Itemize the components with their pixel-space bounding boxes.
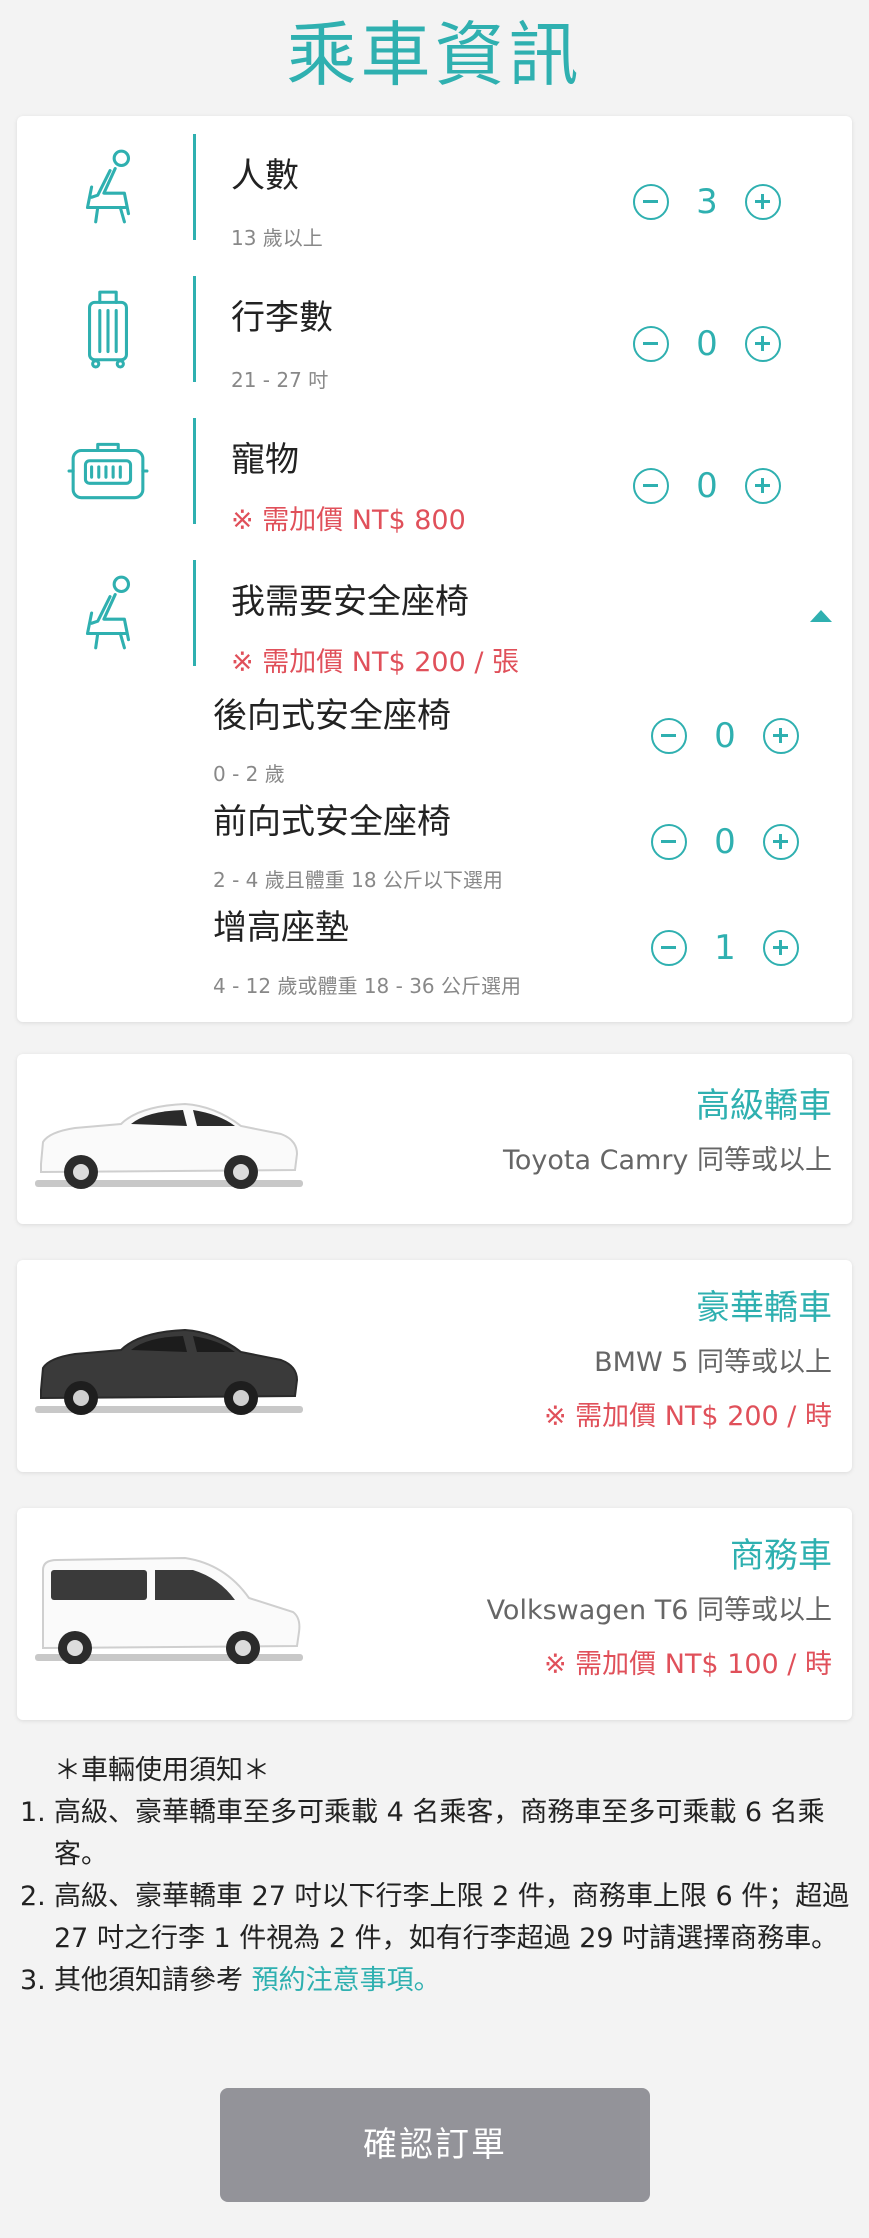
rear-facing-seat-row: 後向式安全座椅 0 - 2 歲 0 [17, 688, 852, 788]
seat-passenger-icon [85, 149, 131, 224]
notice-item: 2. 高級、豪華轎車 27 吋以下行李上限 2 件，商務車上限 6 件；超過 2… [20, 1876, 850, 1960]
child-seat-row[interactable]: 我需要安全座椅 ※ 需加價 NT$ 200 / 張 [17, 560, 852, 678]
sedan-black-image [35, 1328, 303, 1415]
forward-facing-seat-stepper[interactable]: 0 [651, 820, 811, 864]
pet-surcharge: ※ 需加價 NT$ 800 [231, 505, 466, 536]
booster-seat-stepper[interactable]: 1 [651, 926, 811, 970]
passenger-row: 人數 13 歲以上 3 [17, 134, 852, 250]
vehicle-model: Toyota Camry 同等或以上 [503, 1145, 832, 1176]
forward-facing-decrement-button[interactable] [651, 824, 687, 860]
vehicle-surcharge: ※ 需加價 NT$ 100 / 時 [543, 1649, 832, 1680]
booster-seat-title: 增高座墊 [213, 908, 349, 948]
booster-count: 1 [714, 928, 736, 968]
forward-facing-increment-button[interactable] [763, 824, 799, 860]
passenger-title: 人數 [231, 156, 299, 196]
rear-facing-seat-title: 後向式安全座椅 [213, 696, 451, 736]
pet-count: 0 [696, 466, 718, 506]
vehicle-usage-notice: ＊車輛使用須知＊ 1. 高級、豪華轎車至多可乘載 4 名乘客，商務車至多可乘載 … [20, 1750, 850, 2002]
luggage-size-note: 21 - 27 吋 [231, 368, 329, 392]
notice-item: 1. 高級、豪華轎車至多可乘載 4 名乘客，商務車至多可乘載 6 名乘客。 [20, 1792, 850, 1876]
child-seat-icon [85, 575, 131, 650]
pet-decrement-button[interactable] [633, 468, 669, 504]
passenger-age-note: 13 歲以上 [231, 226, 323, 250]
rear-facing-seat-stepper[interactable]: 0 [651, 714, 811, 758]
booking-notes-link[interactable]: 預約注意事項。 [252, 1965, 441, 1996]
notice-text: 其他須知請參考 [54, 1965, 252, 1996]
passenger-decrement-button[interactable] [633, 184, 669, 220]
row-divider [193, 418, 196, 524]
vehicle-surcharge: ※ 需加價 NT$ 200 / 時 [543, 1401, 832, 1432]
pet-title: 寵物 [231, 440, 299, 480]
ride-options-card: 人數 13 歲以上 3 行李數 21 - 27 吋 0 寵物 ※ 需加價 NT$… [17, 116, 852, 1022]
child-seat-surcharge: ※ 需加價 NT$ 200 / 張 [231, 647, 520, 678]
notice-item: 3. 其他須知請參考 預約注意事項。 [20, 1960, 850, 2002]
child-seat-title: 我需要安全座椅 [231, 582, 469, 622]
passenger-increment-button[interactable] [745, 184, 781, 220]
vehicle-model: Volkswagen T6 同等或以上 [486, 1595, 832, 1626]
luggage-count: 0 [696, 324, 718, 364]
notice-text: 高級、豪華轎車至多可乘載 4 名乘客，商務車至多可乘載 6 名乘客。 [54, 1797, 825, 1870]
rear-facing-seat-note: 0 - 2 歲 [213, 762, 285, 786]
rear-facing-decrement-button[interactable] [651, 718, 687, 754]
van-white-image [35, 1556, 303, 1664]
forward-facing-seat-row: 前向式安全座椅 2 - 4 歲且體重 18 公斤以下選用 0 [17, 794, 852, 894]
vehicle-card-van[interactable]: 商務車 Volkswagen T6 同等或以上 ※ 需加價 NT$ 100 / … [17, 1508, 852, 1720]
vehicle-card-standard[interactable]: 高級轎車 Toyota Camry 同等或以上 [17, 1054, 852, 1224]
pet-carrier-icon [67, 442, 149, 500]
rear-facing-increment-button[interactable] [763, 718, 799, 754]
pet-increment-button[interactable] [745, 468, 781, 504]
sedan-white-image [35, 1102, 303, 1189]
vehicle-name: 商務車 [730, 1536, 832, 1576]
luggage-row: 行李數 21 - 27 吋 0 [17, 276, 852, 392]
row-divider [193, 134, 196, 240]
luggage-stepper[interactable]: 0 [633, 322, 793, 366]
vehicle-name: 高級轎車 [696, 1086, 832, 1126]
forward-facing-count: 0 [714, 822, 736, 862]
booster-seat-note: 4 - 12 歲或體重 18 - 36 公斤選用 [213, 974, 522, 998]
suitcase-icon [88, 290, 128, 369]
luggage-decrement-button[interactable] [633, 326, 669, 362]
rear-facing-count: 0 [714, 716, 736, 756]
notice-text: 高級、豪華轎車 27 吋以下行李上限 2 件，商務車上限 6 件；超過 27 吋… [54, 1881, 850, 1954]
vehicle-model: BMW 5 同等或以上 [594, 1347, 832, 1378]
notice-number: 2. [20, 1881, 46, 1912]
row-divider [193, 560, 196, 666]
vehicle-card-luxury[interactable]: 豪華轎車 BMW 5 同等或以上 ※ 需加價 NT$ 200 / 時 [17, 1260, 852, 1472]
booster-seat-row: 增高座墊 4 - 12 歲或體重 18 - 36 公斤選用 1 [17, 900, 852, 1000]
notice-number: 1. [20, 1797, 46, 1828]
forward-facing-seat-title: 前向式安全座椅 [213, 802, 451, 842]
row-divider [193, 276, 196, 382]
collapse-caret-icon[interactable] [810, 610, 832, 622]
passenger-stepper[interactable]: 3 [633, 180, 793, 224]
luggage-increment-button[interactable] [745, 326, 781, 362]
page-title: 乘車資訊 [286, 14, 583, 96]
notice-title: ＊車輛使用須知＊ [54, 1755, 270, 1786]
vehicle-name: 豪華轎車 [696, 1288, 832, 1328]
booster-decrement-button[interactable] [651, 930, 687, 966]
forward-facing-seat-note: 2 - 4 歲且體重 18 公斤以下選用 [213, 868, 503, 892]
notice-number: 3. [20, 1965, 46, 1996]
pet-stepper[interactable]: 0 [633, 464, 793, 508]
confirm-order-button[interactable]: 確認訂單 [220, 2088, 650, 2202]
booster-increment-button[interactable] [763, 930, 799, 966]
pet-row: 寵物 ※ 需加價 NT$ 800 0 [17, 418, 852, 536]
luggage-title: 行李數 [231, 298, 333, 338]
passenger-count: 3 [696, 182, 718, 222]
